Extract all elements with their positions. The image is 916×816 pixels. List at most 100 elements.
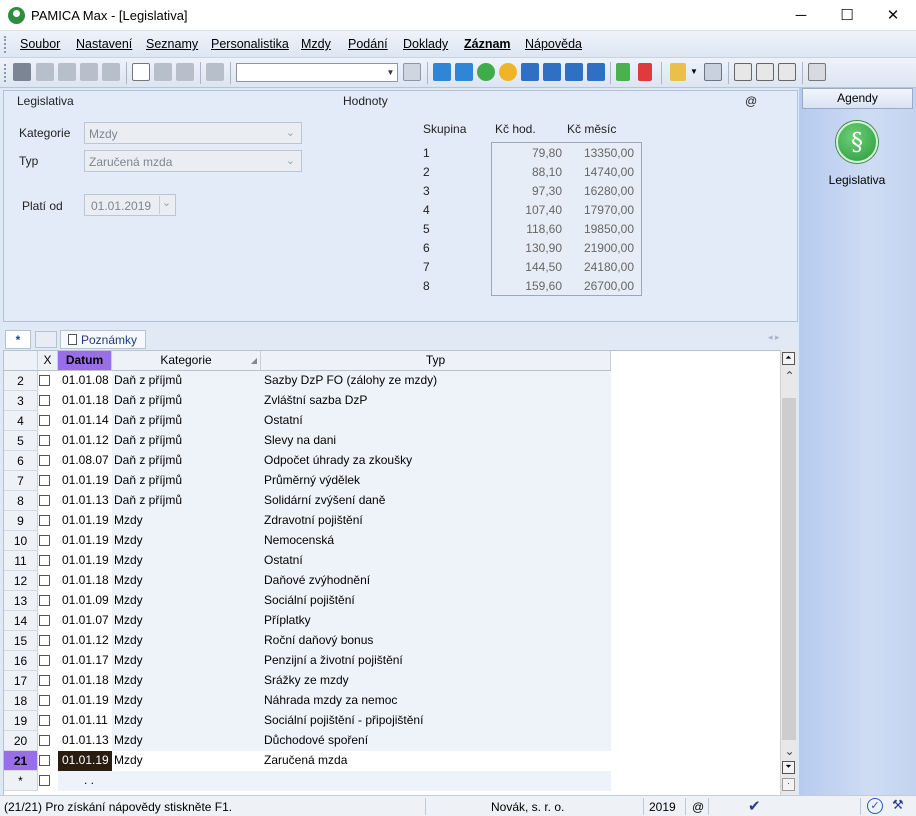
filter-icon[interactable]: [403, 63, 421, 81]
scroll-up-icon[interactable]: ⌃: [783, 369, 796, 383]
row-checkbox[interactable]: [39, 435, 50, 446]
m-envelope-icon[interactable]: [565, 63, 583, 81]
cell-kategorie[interactable]: Daň z příjmů: [112, 411, 261, 431]
cell-typ[interactable]: Daňové zvýhodnění: [261, 571, 611, 591]
maximize-button[interactable]: ☐: [824, 0, 870, 31]
clipboard-icon[interactable]: [206, 63, 224, 81]
cell-kategorie[interactable]: Mzdy: [112, 711, 261, 731]
row-number[interactable]: 2: [4, 371, 38, 391]
at-icon[interactable]: @: [745, 94, 757, 108]
cell-datum[interactable]: 01.01.09: [58, 591, 112, 611]
cell-datum[interactable]: 01.01.12: [58, 631, 112, 651]
cell-typ[interactable]: Solidární zvýšení daně: [261, 491, 611, 511]
cell-typ[interactable]: Penzijní a životní pojištění: [261, 651, 611, 671]
cell-datum[interactable]: 01.08.07: [58, 451, 112, 471]
agendy-header[interactable]: Agendy: [802, 88, 913, 109]
green-flag-icon[interactable]: [616, 63, 630, 81]
copy-record-icon[interactable]: [36, 63, 54, 81]
person-green-icon[interactable]: [477, 63, 495, 81]
cell-datum[interactable]: 01.01.12: [58, 431, 112, 451]
cell-typ[interactable]: [261, 771, 611, 791]
cell-kategorie[interactable]: Mzdy: [112, 551, 261, 571]
table-row[interactable]: 14 01.01.07 Mzdy Příplatky: [4, 611, 782, 631]
scroll-thumb[interactable]: [782, 398, 796, 740]
cell-kategorie[interactable]: Mzdy: [112, 671, 261, 691]
table-row[interactable]: 9 01.01.19 Mzdy Zdravotní pojištění: [4, 511, 782, 531]
cell-typ[interactable]: Sazby DzP FO (zálohy ze mzdy): [261, 371, 611, 391]
cell-kategorie[interactable]: Mzdy: [112, 611, 261, 631]
cell-typ[interactable]: Příplatky: [261, 611, 611, 631]
cell-kategorie[interactable]: Daň z příjmů: [112, 371, 261, 391]
cell-typ[interactable]: Srážky ze mzdy: [261, 671, 611, 691]
cell-datum[interactable]: 01.01.19: [58, 471, 112, 491]
cell-typ[interactable]: Důchodové spoření: [261, 731, 611, 751]
tab-all-records[interactable]: *: [5, 330, 31, 349]
cell-kategorie[interactable]: Daň z příjmů: [112, 491, 261, 511]
cell-datum[interactable]: 01.01.08: [58, 371, 112, 391]
cell-datum[interactable]: 01.01.19: [58, 551, 112, 571]
table-row[interactable]: 20 01.01.13 Mzdy Důchodové spoření: [4, 731, 782, 751]
cell-typ[interactable]: Průměrný výdělek: [261, 471, 611, 491]
legislativa-agenda-icon[interactable]: §: [836, 121, 878, 163]
row-number[interactable]: 4: [4, 411, 38, 431]
folder-icon[interactable]: [670, 63, 686, 81]
cell-typ[interactable]: Ostatní: [261, 551, 611, 571]
new-record-row[interactable]: * . .: [4, 771, 782, 791]
cell-kategorie[interactable]: Mzdy: [112, 731, 261, 751]
cell-datum[interactable]: 01.01.19: [58, 511, 112, 531]
cell-kategorie[interactable]: Mzdy: [112, 651, 261, 671]
row-checkbox[interactable]: [39, 395, 50, 406]
table-row[interactable]: 7 01.01.19 Daň z příjmů Průměrný výdělek: [4, 471, 782, 491]
person-up-icon[interactable]: [455, 63, 473, 81]
cell-typ[interactable]: Ostatní: [261, 411, 611, 431]
cell-kategorie[interactable]: Mzdy: [112, 751, 261, 771]
row-number[interactable]: 8: [4, 491, 38, 511]
cell-kategorie[interactable]: Mzdy: [112, 511, 261, 531]
kategorie-select[interactable]: Mzdy ⌄: [84, 122, 302, 144]
status-tool-icon[interactable]: ⚒: [892, 797, 904, 813]
toolbar-grip-icon[interactable]: [4, 64, 7, 82]
cell-datum[interactable]: 01.01.14: [58, 411, 112, 431]
row-checkbox[interactable]: [39, 495, 50, 506]
row-number[interactable]: 10: [4, 531, 38, 551]
cell-kategorie[interactable]: Daň z příjmů: [112, 431, 261, 451]
table-row[interactable]: 17 01.01.18 Mzdy Srážky ze mzdy: [4, 671, 782, 691]
table-row[interactable]: 13 01.01.09 Mzdy Sociální pojištění: [4, 591, 782, 611]
person-orange-icon[interactable]: [499, 63, 517, 81]
print-preview-icon[interactable]: [80, 63, 98, 81]
cell-datum[interactable]: 01.01.17: [58, 651, 112, 671]
menu-mzdy[interactable]: Mzdy: [301, 37, 331, 51]
calculator-icon[interactable]: [704, 63, 722, 81]
scroll-down-icon[interactable]: ⌄: [783, 744, 796, 758]
row-number[interactable]: 12: [4, 571, 38, 591]
new-row-marker[interactable]: *: [4, 771, 38, 791]
cell-datum[interactable]: 01.01.19: [58, 691, 112, 711]
table-row[interactable]: 4 01.01.14 Daň z příjmů Ostatní: [4, 411, 782, 431]
tab-filter-icon[interactable]: [35, 331, 57, 348]
cell-kategorie[interactable]: Mzdy: [112, 591, 261, 611]
menu-grip-icon[interactable]: [4, 36, 7, 53]
row-number[interactable]: 17: [4, 671, 38, 691]
tab-scroll-arrows-icon[interactable]: ◂ ▸: [768, 332, 780, 343]
cell-kategorie[interactable]: Mzdy: [112, 691, 261, 711]
row-number[interactable]: 19: [4, 711, 38, 731]
menu-seznamy[interactable]: Seznamy: [146, 37, 198, 51]
window-icon[interactable]: [734, 63, 752, 81]
new-document-icon[interactable]: [132, 63, 150, 81]
row-number[interactable]: 18: [4, 691, 38, 711]
chevron-down-icon[interactable]: ⌄: [286, 154, 295, 167]
row-checkbox[interactable]: [39, 475, 50, 486]
cell-datum[interactable]: . .: [58, 771, 112, 791]
col-x-header[interactable]: X: [38, 351, 58, 371]
scroll-top-icon[interactable]: ⏶: [782, 352, 795, 365]
menu-zaznam[interactable]: Záznam: [464, 37, 511, 51]
row-checkbox[interactable]: [39, 755, 50, 766]
row-number[interactable]: 21: [4, 751, 38, 771]
toolbar-filter-combo[interactable]: ▼: [236, 63, 398, 82]
table-row[interactable]: 15 01.01.12 Mzdy Roční daňový bonus: [4, 631, 782, 651]
minimize-button[interactable]: ─: [778, 0, 824, 31]
menu-nastaveni[interactable]: Nastavení: [76, 37, 132, 51]
table-row[interactable]: 12 01.01.18 Mzdy Daňové zvýhodnění: [4, 571, 782, 591]
row-checkbox[interactable]: [39, 615, 50, 626]
m-check-icon[interactable]: [543, 63, 561, 81]
